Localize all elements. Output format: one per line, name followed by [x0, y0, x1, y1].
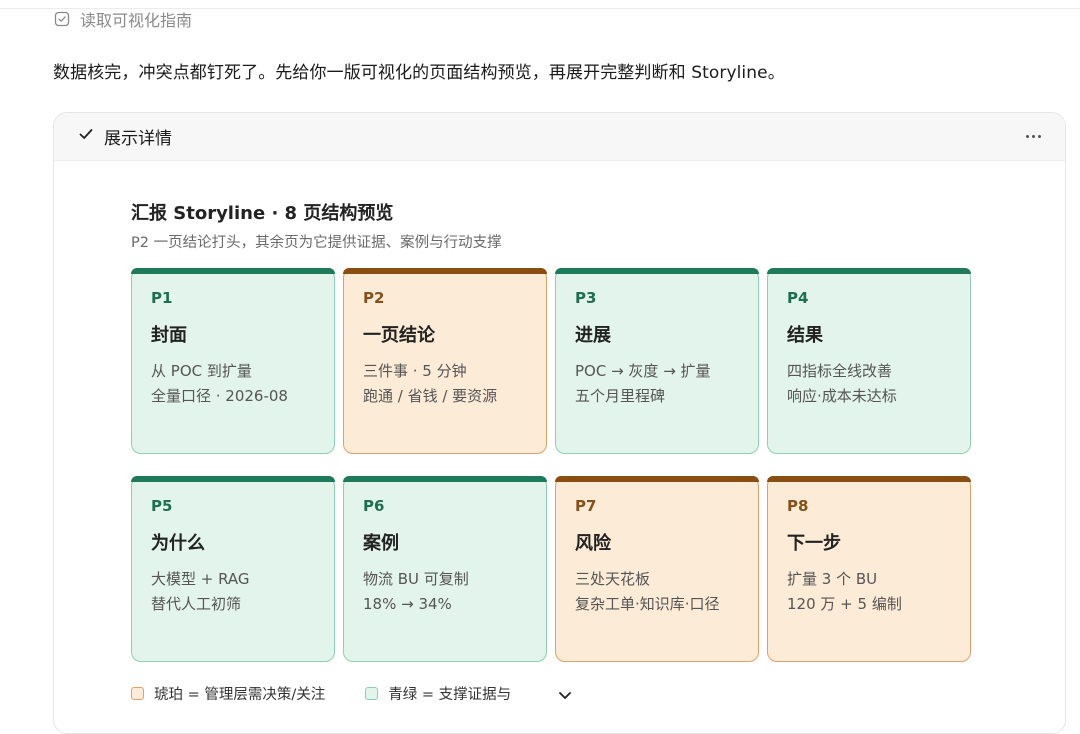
card-line-2: 120 万 + 5 编制 — [787, 595, 902, 613]
preview-title: 汇报 Storyline · 8 页结构预览 — [131, 203, 394, 224]
card-line-2: 五个月里程碑 — [575, 387, 666, 405]
card-line-2: 替代人工初筛 — [151, 595, 242, 613]
card-title: 下一步 — [787, 533, 841, 554]
card-title: 案例 — [363, 533, 399, 554]
legend-swatch — [131, 687, 144, 700]
card-title: 一页结论 — [363, 325, 435, 346]
legend-label: 青绿 = 支撑证据与 — [388, 687, 512, 703]
card-page-number: P2 — [363, 289, 385, 307]
card-page-number: P3 — [575, 289, 597, 307]
checkmark-icon — [78, 126, 94, 147]
card-top-bar — [767, 268, 971, 274]
card-line-2: 复杂工单·知识库·口径 — [575, 595, 720, 613]
card-title: 为什么 — [151, 533, 205, 554]
card-top-bar — [555, 476, 759, 482]
card-title: 风险 — [575, 533, 611, 554]
legend-swatch — [365, 687, 379, 700]
details-panel-header: 展示详情 — [54, 113, 1065, 161]
card-page-number: P8 — [787, 497, 809, 515]
card-line-1: POC → 灰度 → 扩量 — [575, 362, 711, 380]
card-top-bar — [343, 476, 547, 482]
page-card-grid: P1 封面从 POC 到扩量全量口径 · 2026-08 P2 一页结论三件事 · … — [131, 268, 971, 662]
chevron-down-icon[interactable] — [553, 690, 577, 710]
card-page-number: P7 — [575, 497, 597, 515]
legend-item-amber: 琥珀 = 管理层需决策/关注 — [131, 683, 325, 704]
page-card: P1 封面从 POC 到扩量全量口径 · 2026-08 — [131, 268, 335, 454]
card-top-bar — [131, 476, 335, 482]
legend-label: 琥珀 = 管理层需决策/关注 — [154, 687, 326, 703]
legend: 琥珀 = 管理层需决策/关注 青绿 = 支撑证据与 — [131, 683, 511, 704]
tool-call-row[interactable]: 读取可视化指南 — [54, 8, 192, 30]
more-horizontal-icon[interactable] — [1020, 129, 1047, 144]
legend-item-teal: 青绿 = 支撑证据与 — [365, 683, 511, 704]
card-page-number: P6 — [363, 497, 385, 515]
details-toggle[interactable]: 展示详情 — [78, 124, 172, 149]
tool-call-label: 读取可视化指南 — [80, 11, 193, 30]
card-line-1: 四指标全线改善 — [787, 362, 893, 380]
card-top-bar — [131, 268, 335, 274]
card-line-1: 三件事 · 5 分钟 — [363, 362, 467, 380]
card-page-number: P1 — [151, 289, 173, 307]
page-card: P6 案例物流 BU 可复制 18% → 34% — [343, 476, 547, 662]
card-page-number: P5 — [151, 497, 173, 515]
card-line-1: 大模型 + RAG — [151, 570, 250, 588]
card-line-1: 三处天花板 — [575, 570, 651, 588]
card-line-1: 物流 BU 可复制 — [363, 570, 469, 588]
card-line-2: 18% → 34% — [363, 595, 452, 613]
card-line-1: 从 POC 到扩量 — [151, 362, 252, 380]
card-title: 结果 — [787, 325, 823, 346]
page-card: P3 进展 POC → 灰度 → 扩量 五个月里程碑 — [555, 268, 759, 454]
card-top-bar — [767, 476, 971, 482]
check-square-icon — [54, 11, 70, 27]
card-title: 封面 — [151, 325, 187, 346]
card-page-number: P4 — [787, 289, 809, 307]
details-toggle-label: 展示详情 — [104, 129, 172, 149]
card-line-2: 响应·成本未达标 — [787, 387, 897, 405]
page-card: P5 为什么大模型 + RAG 替代人工初筛 — [131, 476, 335, 662]
details-panel: 展示详情 汇报 Storyline · 8 页结构预览 P2 一页结论打头，其余… — [53, 112, 1066, 734]
card-top-bar — [555, 268, 759, 274]
card-title: 进展 — [575, 325, 611, 346]
page-card: P4 结果四指标全线改善 响应·成本未达标 — [767, 268, 971, 454]
page-card: P2 一页结论三件事 · 5 分钟跑通 / 省钱 / 要资源 — [343, 268, 547, 454]
page-card: P8 下一步扩量 3 个 BU 120 万 + 5 编制 — [767, 476, 971, 662]
card-line-1: 扩量 3 个 BU — [787, 570, 878, 588]
card-line-2: 跑通 / 省钱 / 要资源 — [363, 387, 498, 405]
card-top-bar — [343, 268, 547, 274]
intro-message: 数据核完，冲突点都钉死了。先给你一版可视化的页面结构预览，再展开完整判断和 St… — [53, 63, 785, 83]
page-card: P7 风险三处天花板复杂工单·知识库·口径 — [555, 476, 759, 662]
preview-subtitle: P2 一页结论打头，其余页为它提供证据、案例与行动支撑 — [131, 235, 502, 251]
card-line-2: 全量口径 · 2026-08 — [151, 387, 288, 405]
